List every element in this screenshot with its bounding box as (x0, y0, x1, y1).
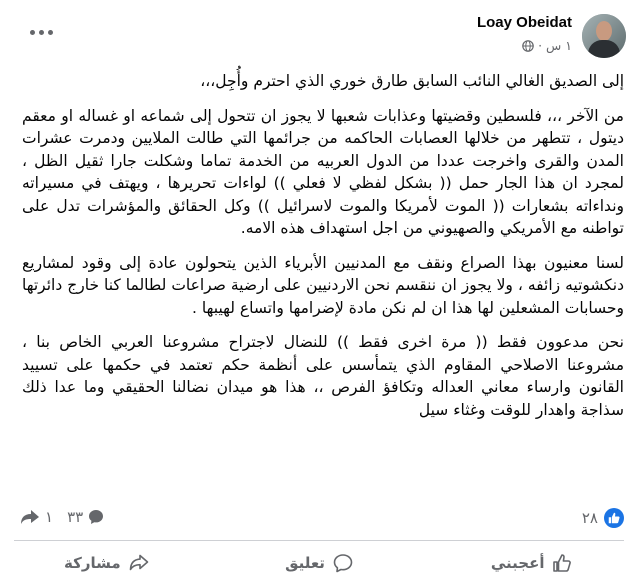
share-button[interactable]: مشاركة (0, 544, 213, 582)
comment-icon (333, 554, 353, 573)
comment-button[interactable]: تعليق (213, 544, 426, 582)
share-arrow-icon (21, 510, 39, 524)
like-button[interactable]: أعجبني (425, 544, 638, 582)
likes-count: ٢٨ (581, 509, 598, 527)
post-actions: أعجبني تعليق مشاركة (0, 544, 638, 582)
comment-label: تعليق (285, 554, 325, 572)
comment-bubble-icon (89, 510, 104, 524)
thumbs-up-icon (553, 554, 572, 572)
post-paragraph: إلى الصديق الغالي النائب السابق طارق خور… (200, 72, 624, 90)
more-options-button[interactable] (30, 26, 54, 38)
post-body: إلى الصديق الغالي النائب السابق طارق خور… (22, 70, 624, 433)
shares-count: ١ (45, 508, 54, 526)
globe-icon (522, 39, 534, 52)
post-paragraph: نحن مدعوون فقط (( مرة اخرى فقط )) للنضال… (22, 333, 624, 419)
divider (14, 540, 624, 541)
shares-summary[interactable]: ١ (20, 508, 53, 526)
share-icon (129, 554, 148, 571)
post-header: Loay Obeidat ١ س · (0, 0, 638, 70)
author-name[interactable]: Loay Obeidat (477, 14, 572, 31)
comments-count: ٣٣ (67, 508, 84, 526)
like-label: أعجبني (490, 554, 545, 572)
likes-summary[interactable]: ٢٨ (582, 508, 624, 528)
post-time[interactable]: ١ س (546, 38, 572, 53)
like-reaction-icon (604, 508, 624, 528)
engagement-counts: ١ ٣٣ (20, 508, 104, 526)
comments-summary[interactable]: ٣٣ (67, 508, 104, 526)
avatar[interactable] (582, 14, 626, 58)
share-label: مشاركة (64, 554, 121, 572)
post-meta: ١ س · (522, 38, 572, 53)
post-stats: ٢٨ ١ ٣٣ (14, 506, 624, 534)
more-dots-icon (30, 29, 35, 35)
meta-separator: · (538, 38, 543, 53)
post-paragraph: لسنا معنيون بهذا الصراع ونقف مع المدنيين… (22, 253, 624, 317)
post-paragraph: من الآخر ،،، فلسطين وقضيتها وعذابات شعبه… (22, 106, 624, 238)
